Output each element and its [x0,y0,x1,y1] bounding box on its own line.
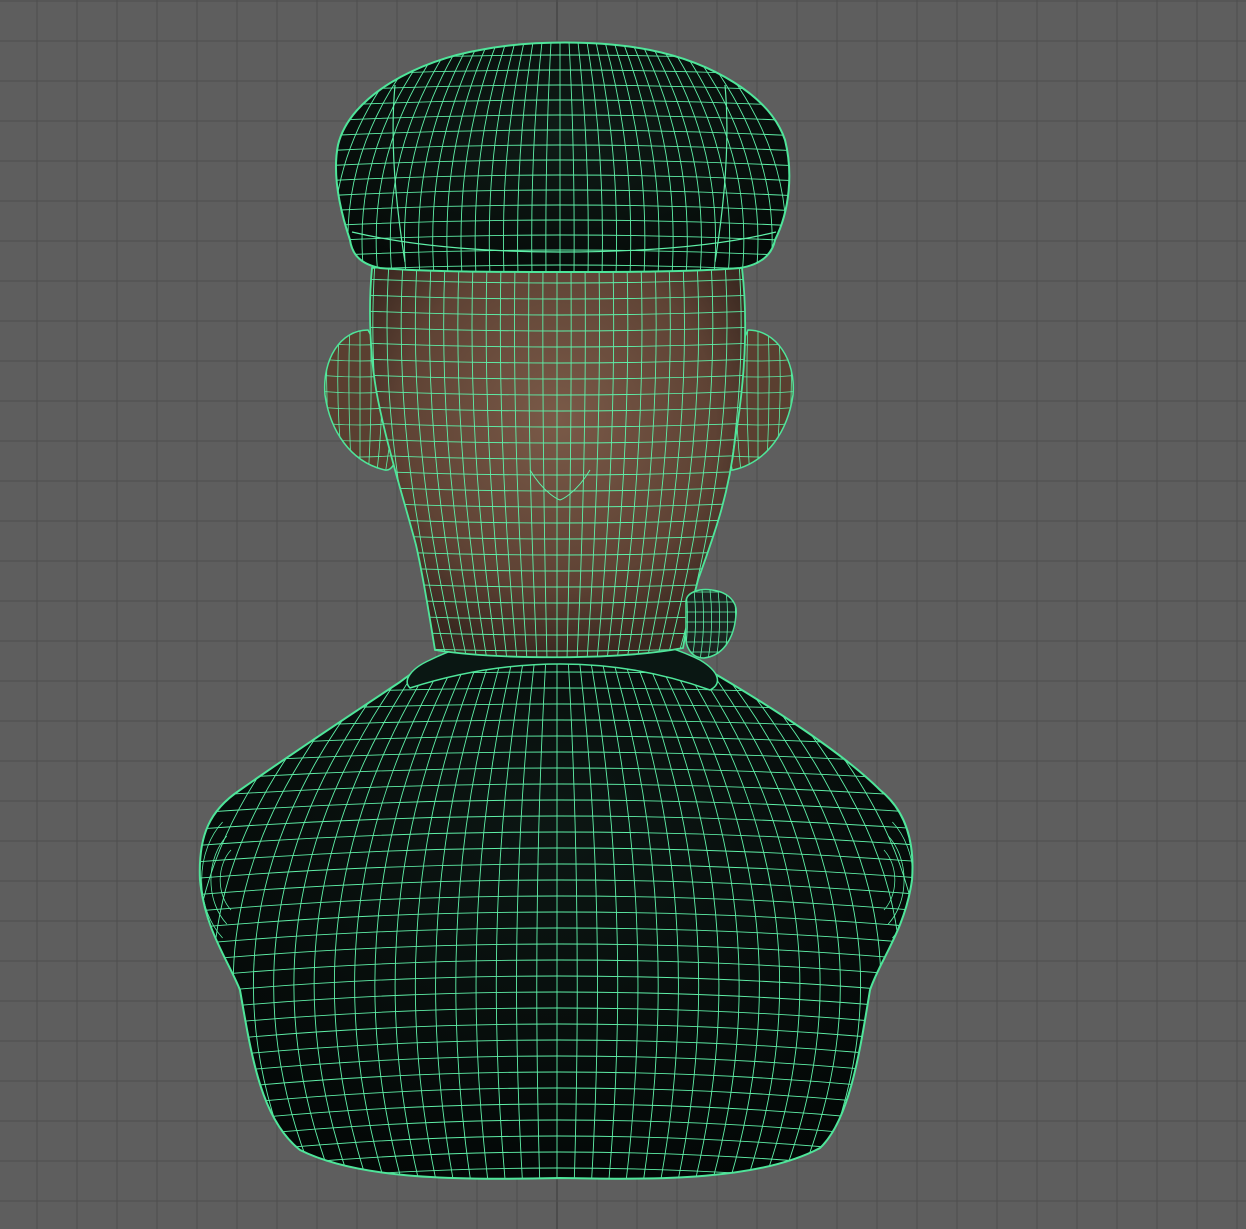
model-pipe[interactable] [680,588,745,661]
model-cap[interactable] [320,40,800,286]
3d-viewport[interactable] [0,0,1246,1229]
model-torso[interactable] [165,639,951,1208]
